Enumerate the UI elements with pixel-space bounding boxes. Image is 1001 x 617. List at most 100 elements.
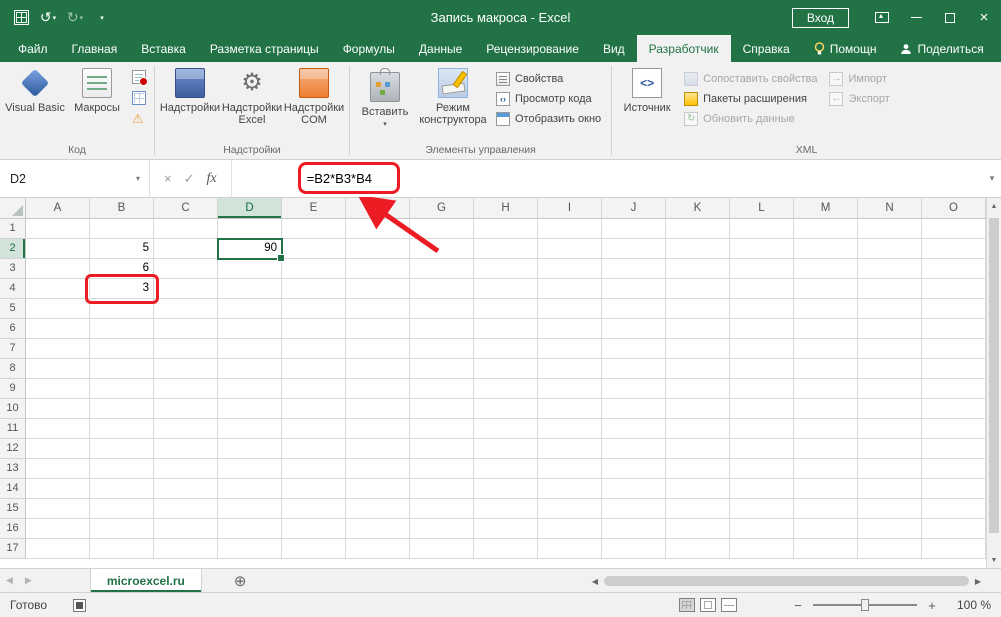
cell-M2[interactable]	[794, 239, 858, 259]
cell-K1[interactable]	[666, 219, 730, 239]
cell-K4[interactable]	[666, 279, 730, 299]
row-header-2[interactable]: 2	[0, 239, 26, 259]
cell-I1[interactable]	[538, 219, 602, 239]
cell-B12[interactable]	[90, 439, 154, 459]
column-header-C[interactable]: C	[154, 198, 218, 218]
tab-file[interactable]: Файл	[6, 35, 60, 62]
cell-A3[interactable]	[26, 259, 90, 279]
horizontal-scrollbar[interactable]: ◀ ▶	[588, 573, 985, 589]
tab-assistant[interactable]: Помощн	[802, 35, 889, 62]
column-header-J[interactable]: J	[602, 198, 666, 218]
cell-M15[interactable]	[794, 499, 858, 519]
cell-N2[interactable]	[858, 239, 922, 259]
cell-G3[interactable]	[410, 259, 474, 279]
cell-M3[interactable]	[794, 259, 858, 279]
cell-L8[interactable]	[730, 359, 794, 379]
cell-J6[interactable]	[602, 319, 666, 339]
cell-E4[interactable]	[282, 279, 346, 299]
row-header-17[interactable]: 17	[0, 539, 26, 559]
cell-G9[interactable]	[410, 379, 474, 399]
column-header-H[interactable]: H	[474, 198, 538, 218]
properties-button[interactable]: Свойства	[496, 72, 601, 86]
cell-F16[interactable]	[346, 519, 410, 539]
view-code-button[interactable]: Просмотр кода	[496, 92, 601, 106]
cell-L7[interactable]	[730, 339, 794, 359]
cell-J11[interactable]	[602, 419, 666, 439]
cell-C12[interactable]	[154, 439, 218, 459]
enter-entry-icon[interactable]: ✓	[184, 171, 195, 187]
cell-O3[interactable]	[922, 259, 986, 279]
vertical-scroll-thumb[interactable]	[989, 218, 999, 533]
cell-F12[interactable]	[346, 439, 410, 459]
refresh-data-button[interactable]: Обновить данные	[684, 112, 817, 126]
cell-O4[interactable]	[922, 279, 986, 299]
cell-A9[interactable]	[26, 379, 90, 399]
cell-G8[interactable]	[410, 359, 474, 379]
cell-E9[interactable]	[282, 379, 346, 399]
cell-O7[interactable]	[922, 339, 986, 359]
column-header-O[interactable]: O	[922, 198, 986, 218]
relative-references-icon[interactable]	[132, 91, 146, 105]
cell-C11[interactable]	[154, 419, 218, 439]
cell-K12[interactable]	[666, 439, 730, 459]
cell-L10[interactable]	[730, 399, 794, 419]
cell-K15[interactable]	[666, 499, 730, 519]
row-header-14[interactable]: 14	[0, 479, 26, 499]
cell-H5[interactable]	[474, 299, 538, 319]
scroll-down-icon[interactable]: ▼	[987, 552, 1001, 568]
tab-page-layout[interactable]: Разметка страницы	[198, 35, 331, 62]
cell-N10[interactable]	[858, 399, 922, 419]
cell-D12[interactable]	[218, 439, 282, 459]
cell-J8[interactable]	[602, 359, 666, 379]
cell-K6[interactable]	[666, 319, 730, 339]
cell-O9[interactable]	[922, 379, 986, 399]
column-header-A[interactable]: A	[26, 198, 90, 218]
cell-I10[interactable]	[538, 399, 602, 419]
cell-H12[interactable]	[474, 439, 538, 459]
xml-source-button[interactable]: Источник	[616, 64, 678, 142]
cell-N6[interactable]	[858, 319, 922, 339]
ribbon-display-options-button[interactable]	[865, 0, 899, 35]
tab-help[interactable]: Справка	[731, 35, 802, 62]
cell-H1[interactable]	[474, 219, 538, 239]
cell-I16[interactable]	[538, 519, 602, 539]
cell-J4[interactable]	[602, 279, 666, 299]
cell-C17[interactable]	[154, 539, 218, 559]
com-addins-button[interactable]: Надстройки COM	[283, 64, 345, 142]
macro-record-indicator-icon[interactable]	[73, 599, 86, 612]
next-sheet-icon[interactable]: ▶	[19, 575, 38, 586]
cell-E7[interactable]	[282, 339, 346, 359]
column-header-L[interactable]: L	[730, 198, 794, 218]
cell-M17[interactable]	[794, 539, 858, 559]
cell-C6[interactable]	[154, 319, 218, 339]
zoom-in-button[interactable]: +	[926, 598, 938, 613]
cell-L5[interactable]	[730, 299, 794, 319]
scroll-right-icon[interactable]: ▶	[971, 577, 985, 586]
cell-K14[interactable]	[666, 479, 730, 499]
cell-H10[interactable]	[474, 399, 538, 419]
cell-M13[interactable]	[794, 459, 858, 479]
cell-G10[interactable]	[410, 399, 474, 419]
cell-B9[interactable]	[90, 379, 154, 399]
cell-E13[interactable]	[282, 459, 346, 479]
row-header-9[interactable]: 9	[0, 379, 26, 399]
cell-A16[interactable]	[26, 519, 90, 539]
cell-I7[interactable]	[538, 339, 602, 359]
cell-M8[interactable]	[794, 359, 858, 379]
cell-D14[interactable]	[218, 479, 282, 499]
cell-C16[interactable]	[154, 519, 218, 539]
name-box-dropdown-icon[interactable]: ▾	[136, 174, 149, 183]
cell-D7[interactable]	[218, 339, 282, 359]
cell-K9[interactable]	[666, 379, 730, 399]
cell-M12[interactable]	[794, 439, 858, 459]
cell-H4[interactable]	[474, 279, 538, 299]
cell-A13[interactable]	[26, 459, 90, 479]
cell-B1[interactable]	[90, 219, 154, 239]
close-button[interactable]: ×	[967, 0, 1001, 35]
design-mode-button[interactable]: Режим конструктора	[416, 64, 490, 142]
customize-qat-button[interactable]: ▾	[89, 5, 115, 31]
cell-L6[interactable]	[730, 319, 794, 339]
cell-O1[interactable]	[922, 219, 986, 239]
cell-F17[interactable]	[346, 539, 410, 559]
cell-H7[interactable]	[474, 339, 538, 359]
